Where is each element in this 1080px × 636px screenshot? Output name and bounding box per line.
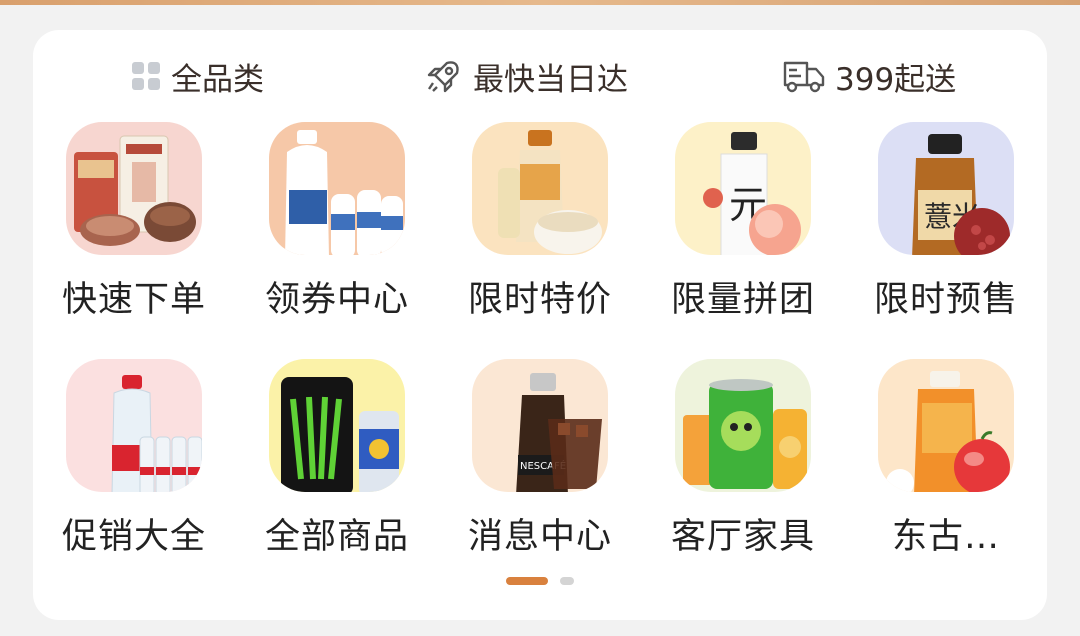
category-card: 全品类 最快当日达 399起送 快速下单 领券中心 限时特价 元 限量拼团 薏米… (33, 30, 1047, 620)
rocket-icon (425, 57, 463, 95)
peach-water-bottle-image: 元 (675, 122, 811, 255)
feature-label: 最快当日达 (473, 61, 628, 98)
delivery-truck-icon (783, 57, 825, 95)
energy-drink-cans-image (269, 359, 405, 492)
barley-tea-bottle-image: 薏米 (878, 122, 1014, 255)
menu-item-label: 东古… (891, 517, 1000, 557)
menu-item-label: 促销大全 (61, 517, 206, 557)
menu-item-label: 消息中心 (467, 517, 612, 557)
juice-cans-image (675, 359, 811, 492)
menu-item-presale[interactable]: 薏米 限时预售 (861, 122, 1031, 322)
menu-item-label: 快速下单 (61, 280, 206, 320)
oat-milk-drink-image (472, 122, 608, 255)
apple-juice-bottle-image (878, 359, 1014, 492)
menu-item-flash-sale[interactable]: 限时特价 (455, 122, 625, 322)
menu-item-living-room-furniture[interactable]: 客厅家具 (658, 359, 828, 559)
category-grid: 快速下单 领券中心 限时特价 元 限量拼团 薏米 限时预售 促销大全 全部商品 … (33, 122, 1047, 572)
menu-item-label: 限时特价 (467, 280, 612, 320)
menu-item-label: 客厅家具 (670, 517, 815, 557)
top-banner-edge (0, 0, 1080, 5)
fastest-delivery-link[interactable]: 最快当日达 (425, 52, 628, 100)
grid-icon (131, 61, 161, 91)
page-dot[interactable] (560, 577, 574, 585)
feature-bar: 全品类 最快当日达 399起送 (33, 30, 1047, 122)
quick-order-products-image (66, 122, 202, 255)
coffee-bottle-image: NESCAFÉ (472, 359, 608, 492)
menu-item-label: 限时预售 (873, 280, 1018, 320)
menu-item-dongu[interactable]: 东古… (861, 359, 1031, 559)
menu-item-label: 限量拼团 (670, 280, 815, 320)
menu-item-quick-order[interactable]: 快速下单 (49, 122, 219, 322)
menu-item-all-products[interactable]: 全部商品 (252, 359, 422, 559)
menu-item-coupon-center[interactable]: 领券中心 (252, 122, 422, 322)
all-categories-link[interactable]: 全品类 (131, 52, 264, 100)
menu-item-label: 领券中心 (264, 280, 409, 320)
menu-item-message-center[interactable]: NESCAFÉ 消息中心 (455, 359, 625, 559)
feature-label: 全品类 (171, 61, 264, 98)
coupon-milk-drink-image (269, 122, 405, 255)
menu-item-group-buy[interactable]: 元 限量拼团 (658, 122, 828, 322)
page-dot-active[interactable] (506, 577, 548, 585)
water-bottles-image (66, 359, 202, 492)
page-indicator (506, 576, 574, 586)
menu-item-promotions[interactable]: 促销大全 (49, 359, 219, 559)
menu-item-label: 全部商品 (264, 517, 409, 557)
feature-label: 399起送 (835, 61, 957, 98)
min-order-link[interactable]: 399起送 (783, 52, 956, 100)
